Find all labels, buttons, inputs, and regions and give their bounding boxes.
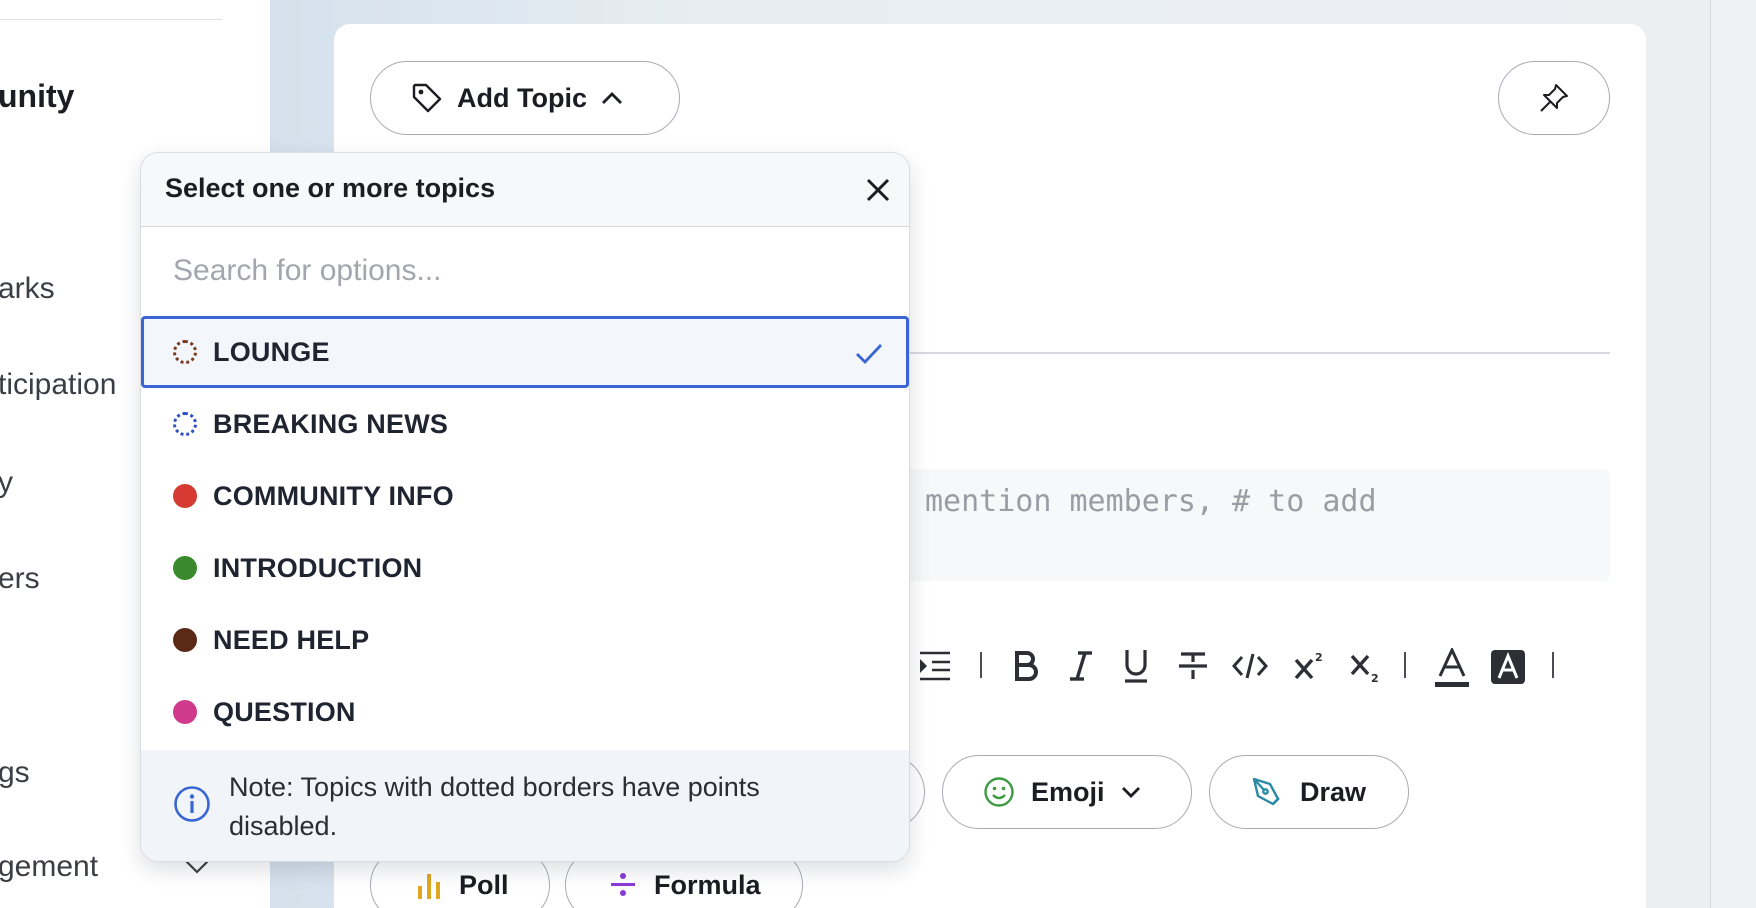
dropdown-title: Select one or more topics [165, 173, 496, 203]
sidebar-item-bookmarks[interactable]: arks [0, 272, 55, 306]
text-color-icon[interactable] [1434, 648, 1470, 688]
add-topic-button[interactable]: Add Topic [370, 61, 680, 135]
checkmark-icon [856, 344, 883, 365]
sidebar-item-settings[interactable]: gs [0, 756, 30, 790]
draw-label: Draw [1300, 776, 1367, 807]
svg-text:2: 2 [1371, 672, 1379, 684]
svg-text:2: 2 [1315, 651, 1323, 664]
sidebar-divider [0, 19, 222, 20]
topic-option-label: QUESTION [213, 697, 356, 727]
underline-icon[interactable] [1122, 648, 1150, 684]
toolbar-separator [1552, 652, 1554, 678]
topic-option-breaking-news[interactable]: BREAKING NEWS [141, 388, 909, 460]
chevron-up-icon [601, 92, 622, 104]
strikethrough-icon[interactable] [1177, 650, 1209, 682]
pen-tool-icon [1252, 777, 1280, 806]
topic-option-label: COMMUNITY INFO [213, 481, 454, 511]
topic-color-dot [173, 700, 197, 724]
chevron-down-icon [1121, 787, 1140, 798]
topic-option-label: INTRODUCTION [213, 553, 423, 583]
formula-label: Formula [654, 869, 761, 900]
info-icon [174, 786, 210, 822]
topic-color-dot [173, 556, 197, 580]
italic-icon[interactable] [1068, 650, 1094, 682]
bar-chart-icon [418, 874, 440, 899]
toolbar-separator [1404, 652, 1406, 678]
topic-color-dot [173, 412, 197, 436]
superscript-icon[interactable]: 2 [1293, 650, 1325, 682]
body-placeholder: mention members, # to add [925, 484, 1377, 519]
draw-button[interactable]: Draw [1209, 755, 1409, 829]
emoji-label: Emoji [1031, 776, 1105, 807]
topic-option-community-info[interactable]: COMMUNITY INFO [141, 460, 909, 532]
indent-icon[interactable] [918, 650, 952, 682]
topic-color-dot [173, 340, 197, 364]
pin-icon [1540, 84, 1568, 112]
right-scroll-strip [1710, 0, 1756, 908]
topic-option-introduction[interactable]: INTRODUCTION [141, 532, 909, 604]
smile-icon [984, 777, 1014, 807]
bold-icon[interactable] [1013, 650, 1039, 682]
note-text: Note: Topics with dotted borders have po… [229, 772, 760, 841]
topic-option-label: LOUNGE [213, 337, 330, 367]
subscript-icon[interactable]: 2 [1349, 650, 1381, 684]
sidebar-item-management[interactable]: gement [0, 850, 98, 884]
dotted-border-note: Note: Topics with dotted borders have po… [141, 750, 909, 861]
community-title: unity [0, 78, 75, 114]
sidebar-item-members[interactable]: ers [0, 562, 40, 596]
highlight-color-icon[interactable] [1491, 650, 1525, 684]
topic-option-question[interactable]: QUESTION [141, 676, 909, 748]
pin-button[interactable] [1498, 61, 1610, 135]
topic-color-dot [173, 628, 197, 652]
topic-options-list: LOUNGE BREAKING NEWS COMMUNITY INFO INTR… [141, 316, 909, 748]
poll-label: Poll [459, 869, 509, 900]
topic-option-label: NEED HELP [213, 625, 370, 655]
sidebar-item-activity[interactable]: y [0, 466, 13, 500]
sidebar-item-participation[interactable]: ticipation [0, 368, 116, 402]
emoji-button[interactable]: Emoji [942, 755, 1192, 829]
topic-search-input[interactable] [141, 228, 909, 313]
topic-option-label: BREAKING NEWS [213, 409, 449, 439]
topic-option-need-help[interactable]: NEED HELP [141, 604, 909, 676]
toolbar-separator [980, 652, 982, 678]
dropdown-header: Select one or more topics [141, 153, 909, 227]
tag-icon [412, 83, 442, 113]
code-icon[interactable] [1232, 650, 1268, 682]
title-underline-visible [904, 352, 1610, 354]
topic-option-lounge[interactable]: LOUNGE [141, 316, 909, 388]
add-topic-label: Add Topic [457, 82, 587, 113]
divide-icon [611, 873, 635, 896]
topic-color-dot [173, 484, 197, 508]
topic-dropdown: Select one or more topics LOUNGE BREAKIN… [140, 152, 910, 862]
close-icon[interactable] [863, 175, 893, 205]
